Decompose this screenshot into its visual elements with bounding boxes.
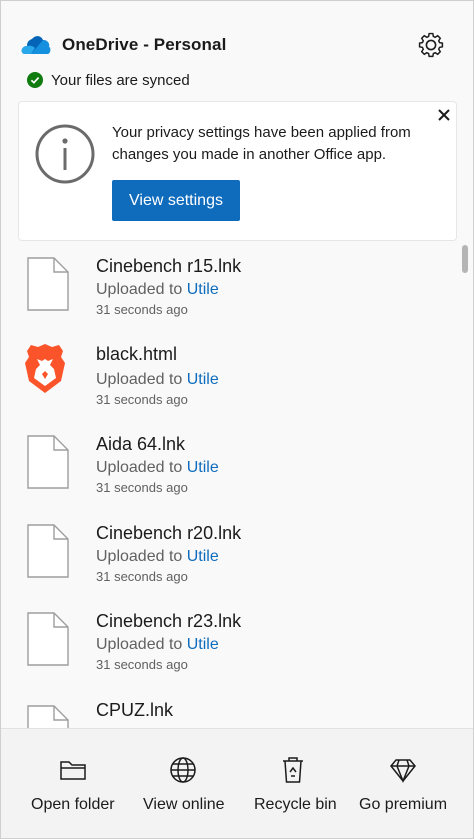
sync-status: Your files are synced (27, 71, 190, 89)
upload-status-prefix: Uploaded to (96, 371, 183, 388)
open-folder-button[interactable]: Open folder (19, 729, 129, 838)
recent-files-list: Cinebench r15.lnk Uploaded to Utile 31 s… (1, 244, 473, 728)
file-name: black.html (96, 344, 178, 364)
list-item[interactable]: black.html Uploaded to Utile 31 seconds … (1, 332, 461, 420)
generic-file-icon (27, 612, 69, 666)
list-item[interactable]: Cinebench r20.lnk Uploaded to Utile 31 s… (1, 511, 461, 599)
upload-status-prefix: Uploaded to (96, 281, 183, 298)
upload-time: 31 seconds ago (96, 657, 188, 672)
folder-link[interactable]: Utile (187, 548, 219, 565)
recycle-bin-icon (283, 757, 303, 783)
folder-link[interactable]: Utile (187, 371, 219, 388)
upload-time: 31 seconds ago (96, 392, 188, 407)
generic-file-icon (27, 257, 69, 311)
info-icon (35, 124, 95, 184)
recycle-bin-label: Recycle bin (254, 796, 337, 813)
folder-link[interactable]: Utile (187, 459, 219, 476)
view-settings-button[interactable]: View settings (112, 180, 240, 221)
generic-file-icon (27, 524, 69, 578)
go-premium-button[interactable]: Go premium (353, 729, 457, 838)
sync-status-text: Your files are synced (51, 71, 190, 89)
brave-browser-icon (25, 344, 65, 393)
upload-status-prefix: Uploaded to (96, 548, 183, 565)
list-item[interactable]: Aida 64.lnk Uploaded to Utile 31 seconds… (1, 422, 461, 510)
generic-file-icon (27, 705, 69, 728)
onedrive-cloud-icon (21, 36, 51, 54)
view-online-button[interactable]: View online (133, 729, 233, 838)
list-scrollbar[interactable] (462, 245, 468, 273)
list-item[interactable]: Cinebench r23.lnk Uploaded to Utile 31 s… (1, 599, 461, 687)
app-title: OneDrive - Personal (62, 35, 227, 54)
upload-status: Uploaded to Utile (96, 548, 219, 566)
list-item[interactable]: Cinebench r15.lnk Uploaded to Utile 31 s… (1, 244, 461, 332)
upload-time: 31 seconds ago (96, 302, 188, 317)
upload-time: 31 seconds ago (96, 480, 188, 495)
folder-link[interactable]: Utile (187, 636, 219, 653)
file-name: Aida 64.lnk (96, 434, 186, 454)
file-name: Cinebench r15.lnk (96, 256, 242, 276)
upload-status: Uploaded to Utile (96, 281, 219, 299)
go-premium-label: Go premium (359, 796, 448, 813)
diamond-icon (390, 759, 416, 784)
view-online-label: View online (143, 796, 225, 813)
file-name: CPUZ.lnk (96, 700, 174, 720)
upload-status: Uploaded to Utile (96, 371, 219, 389)
open-folder-label: Open folder (31, 796, 115, 813)
generic-file-icon (27, 435, 69, 489)
gear-icon[interactable] (417, 31, 445, 59)
folder-link[interactable]: Utile (187, 281, 219, 298)
footer-toolbar: Open folder View online Recycle bin Go p… (1, 728, 473, 838)
synced-check-icon (27, 72, 43, 88)
file-name: Cinebench r20.lnk (96, 523, 242, 543)
upload-time: 31 seconds ago (96, 569, 188, 584)
privacy-notice-card: Your privacy settings have been applied … (18, 101, 457, 241)
folder-icon (60, 761, 86, 780)
header: OneDrive - Personal Your files are synce… (1, 1, 473, 101)
privacy-notice-message: Your privacy settings have been applied … (112, 124, 411, 163)
close-icon[interactable] (436, 107, 452, 123)
globe-icon (170, 757, 196, 783)
recycle-bin-button[interactable]: Recycle bin (245, 729, 341, 838)
list-item[interactable]: CPUZ.lnk (1, 690, 461, 728)
upload-status: Uploaded to Utile (96, 459, 219, 477)
file-name: Cinebench r23.lnk (96, 611, 242, 631)
onedrive-flyout: OneDrive - Personal Your files are synce… (0, 0, 474, 839)
upload-status-prefix: Uploaded to (96, 636, 183, 653)
upload-status-prefix: Uploaded to (96, 459, 183, 476)
upload-status: Uploaded to Utile (96, 636, 219, 654)
